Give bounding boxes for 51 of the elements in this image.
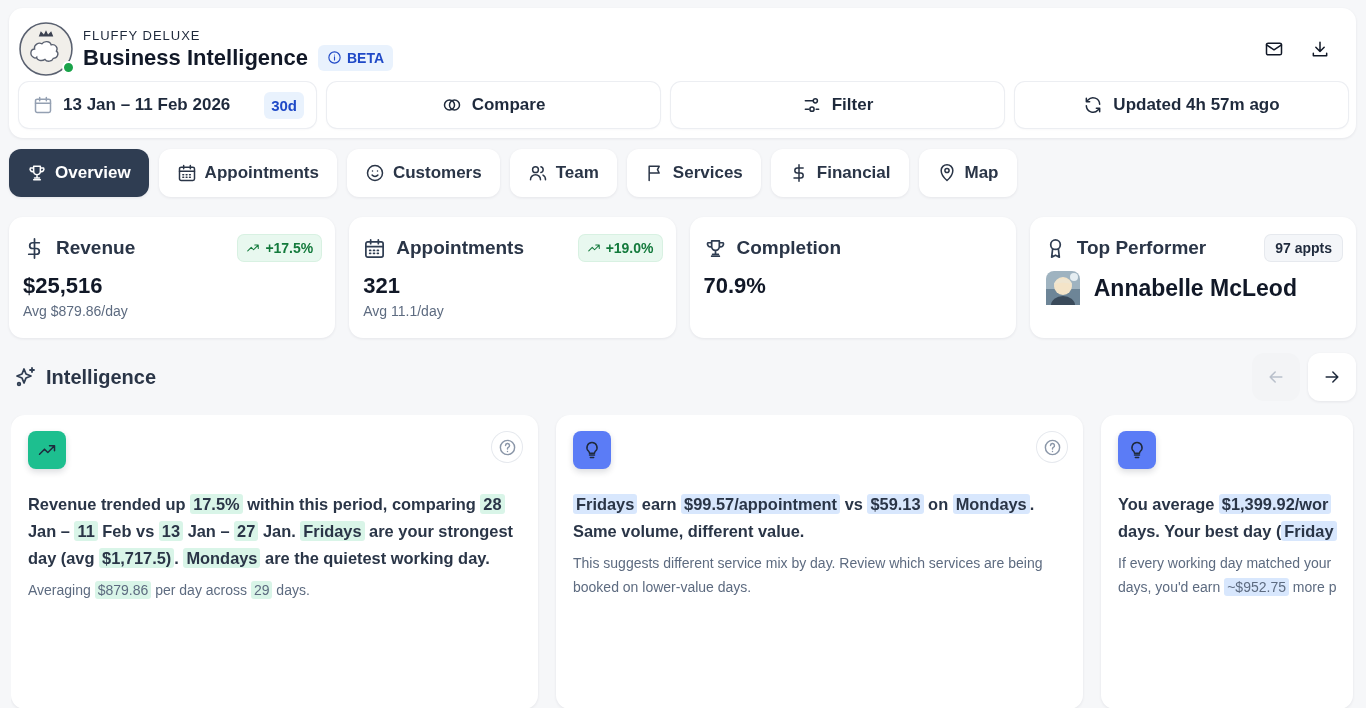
insight-text: Fridays earn $99.57/appointment vs $59.13 on Mondays . Same volume, different value. (573, 493, 1036, 542)
calendar-icon (33, 95, 53, 115)
calendar-icon (176, 163, 197, 183)
tab[interactable]: Customers (346, 149, 500, 197)
insight-note: Averaging $879.86 per day across 29 days. (28, 580, 311, 601)
tab[interactable]: Overview (9, 149, 149, 197)
stat-value: 321 (363, 273, 401, 299)
info-icon (326, 50, 342, 65)
stat-title: Revenue (56, 237, 136, 259)
help-icon (1042, 437, 1062, 457)
date-range-button[interactable]: 13 Jan – 11 Feb 2026 30d (19, 82, 316, 128)
insight-text: Revenue trended up 17.5% within this period, comparing 28 Jan – 11 Feb vs 13 Jan – 27 Jan. Fridays are your strongest day (avg $1,717.5) . Mondays are the quietest working day. (28, 493, 515, 570)
stat-title: Top Performer (1076, 237, 1207, 259)
stat-title: Completion (736, 237, 841, 259)
help-icon (497, 437, 517, 457)
performer-name: Annabelle McLeod (1093, 274, 1297, 302)
filter-button[interactable]: Filter (671, 82, 1004, 128)
section-title: Intelligence (46, 365, 157, 389)
change-badge: +17.5% (238, 235, 322, 261)
tab[interactable]: Appointments (158, 149, 337, 197)
refresh-button[interactable]: Updated 4h 57m ago (1015, 82, 1348, 128)
stat-subtitle: Avg 11.1/day (363, 303, 445, 319)
date-range-label: 13 Jan – 11 Feb 2026 (63, 95, 231, 115)
insight-note: If every working day matched your days, you'd earn ~$952.75 more p (1118, 554, 1337, 598)
stat-value: 70.9% (703, 273, 767, 299)
brand-name: FLUFFY DELUXE (83, 27, 202, 43)
stat-title: Appointments (396, 237, 524, 259)
count-badge: 97 appts (1265, 235, 1342, 261)
trophy-icon (27, 163, 47, 183)
tab[interactable]: Financial (770, 149, 909, 197)
trend-up-icon (586, 241, 601, 255)
page-title: Business Intelligence (83, 44, 308, 71)
days-badge: 30d (264, 91, 304, 119)
tab[interactable]: Services (626, 149, 761, 197)
tab[interactable]: Team (509, 149, 617, 197)
change-badge: +19.0% (578, 235, 662, 261)
next-button[interactable] (1308, 353, 1356, 401)
compare-button[interactable]: Compare (327, 82, 660, 128)
sparkle-icon (14, 365, 38, 389)
mail-icon (1264, 39, 1284, 59)
beta-badge: BETA (317, 44, 394, 71)
tab[interactable]: Map (918, 149, 1017, 197)
insight-text: You average $1,399.92/wor days. Your best day ( Friday (1118, 491, 1337, 545)
download-icon (1310, 39, 1330, 59)
stat-value: $25,516 (23, 273, 104, 299)
stat-subtitle: Avg $879.86/day (23, 303, 129, 319)
calendar-icon (363, 236, 387, 260)
trend-up-icon (246, 241, 261, 255)
smiley-icon (364, 163, 385, 183)
people-icon (527, 163, 548, 183)
insight-note: This suggests different service mix by day. Review which services are being booked on lower-value days. (573, 554, 1044, 597)
